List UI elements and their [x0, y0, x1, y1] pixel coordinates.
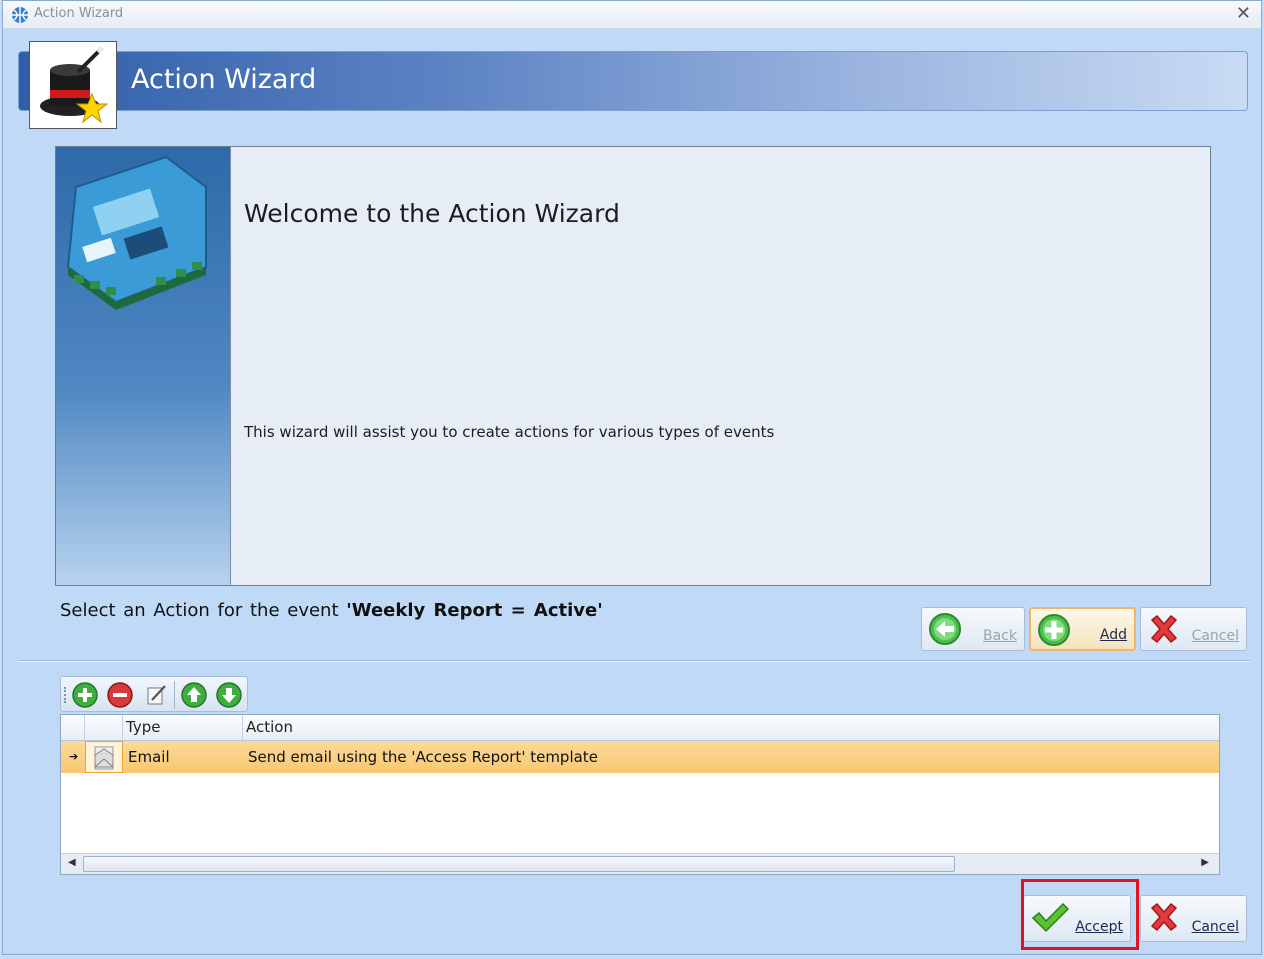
back-button[interactable]: Back	[921, 607, 1025, 651]
welcome-title: Welcome to the Action Wizard	[244, 199, 620, 228]
cancel-top-button[interactable]: Cancel	[1140, 607, 1247, 651]
header-title: Action Wizard	[131, 64, 317, 95]
icon-column-header	[85, 715, 123, 740]
cancel-x-icon	[1150, 614, 1178, 644]
event-name: 'Weekly Report = Active'	[346, 600, 603, 621]
action-wizard-window: Action Wizard ✕ Action Wizard Welcome to…	[2, 0, 1262, 955]
magic-hat-icon	[29, 41, 117, 129]
current-row-arrow-icon: ➔	[69, 750, 79, 763]
cancel-label: Cancel	[1191, 919, 1239, 935]
add-label: Add	[1099, 627, 1127, 643]
welcome-description: This wizard will assist you to create ac…	[244, 423, 775, 441]
cancel-top-label: Cancel	[1191, 628, 1239, 644]
scroll-right-icon[interactable]: ▶	[1201, 857, 1209, 868]
cancel-x-icon	[1150, 902, 1178, 932]
event-label: Select an Action for the event 'Weekly R…	[60, 600, 603, 621]
horizontal-scrollbar[interactable]: ◀ ▶	[61, 853, 1219, 874]
event-label-prefix: Select an Action for the event	[60, 600, 347, 621]
close-icon[interactable]: ✕	[1236, 3, 1251, 24]
title-bar: Action Wizard ✕	[3, 1, 1261, 29]
controller-board-image	[56, 147, 231, 585]
back-label: Back	[983, 628, 1017, 644]
move-down-icon[interactable]	[216, 682, 242, 708]
scroll-left-icon[interactable]: ◀	[68, 857, 76, 868]
toolbar-grip[interactable]	[64, 687, 68, 703]
column-header-type[interactable]: Type	[123, 715, 243, 740]
cancel-button[interactable]: Cancel	[1140, 895, 1247, 942]
add-button[interactable]: Add	[1029, 607, 1136, 651]
row-indicator-header	[61, 715, 85, 740]
welcome-panel: Welcome to the Action Wizard This wizard…	[55, 146, 1211, 586]
window-title: Action Wizard	[34, 6, 124, 21]
row-type: Email	[128, 748, 170, 766]
toolbar-separator	[174, 681, 175, 709]
edit-icon[interactable]	[143, 682, 169, 708]
add-icon	[1038, 614, 1070, 646]
table-row[interactable]: ➔ Email Send email using the 'Access Rep…	[61, 741, 1219, 773]
actions-grid: Type Action ➔ Email Send email using the…	[60, 714, 1220, 875]
add-icon[interactable]	[72, 682, 98, 708]
grid-header: Type Action	[61, 715, 1219, 741]
email-icon	[85, 741, 123, 773]
back-arrow-icon	[929, 613, 961, 645]
column-header-action[interactable]: Action	[243, 715, 1219, 740]
remove-icon[interactable]	[107, 682, 133, 708]
app-icon	[12, 7, 28, 23]
move-up-icon[interactable]	[181, 682, 207, 708]
actions-toolbar	[60, 676, 248, 712]
scroll-thumb[interactable]	[83, 856, 955, 872]
header-banner: Action Wizard	[18, 51, 1248, 111]
row-action: Send email using the 'Access Report' tem…	[248, 748, 598, 766]
separator	[18, 660, 1250, 662]
accept-highlight-box	[1021, 879, 1139, 950]
